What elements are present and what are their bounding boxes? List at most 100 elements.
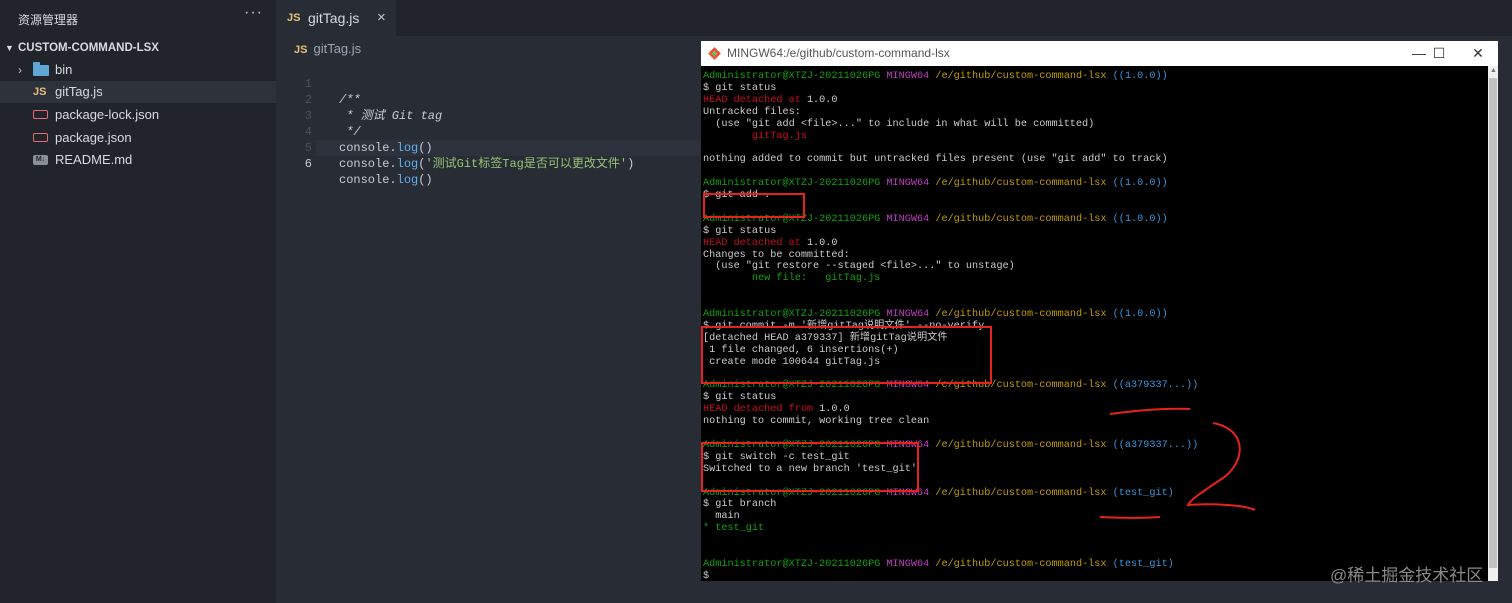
explorer-title: 资源管理器	[18, 13, 79, 27]
code-text: console.log()	[339, 140, 433, 156]
terminal-text: $ git branch	[703, 499, 777, 511]
project-header[interactable]: ▼ CUSTOM-COMMAND-LSX	[0, 38, 276, 58]
tree-item-package-lock-json[interactable]: package-lock.json	[0, 104, 276, 126]
annotation-box	[701, 442, 919, 492]
more-actions-icon[interactable]: ···	[244, 4, 263, 22]
prompt-user: Administrator@XTZJ-20211026PG	[703, 309, 881, 320]
prompt-system: MINGW64	[886, 71, 930, 82]
prompt-path: /e/github/custom-command-lsx	[935, 309, 1107, 320]
prompt-path: /e/github/custom-command-lsx	[935, 213, 1107, 225]
prompt-ref: ((1.0.0))	[1112, 178, 1168, 190]
terminal-text: $	[703, 570, 716, 582]
tree-item-bin[interactable]: › bin	[0, 59, 276, 81]
code-args: ()	[418, 141, 433, 155]
terminal-text: Changes to be committed:	[703, 249, 850, 261]
terminal-titlebar[interactable]: MINGW64:/e/github/custom-command-lsx — ☐…	[701, 41, 1498, 66]
code-object: console	[339, 141, 390, 155]
prompt-user: Administrator@XTZJ-20211026PG	[703, 178, 881, 190]
terminal-text: 1.0.0	[800, 94, 838, 106]
prompt-path: /e/github/custom-command-lsx	[935, 487, 1107, 499]
terminal-status: HEAD detached at	[703, 94, 801, 106]
line-number: 6	[304, 157, 312, 171]
terminal-line: gitTag.js	[703, 131, 807, 143]
prompt-user: Administrator@XTZJ-20211026PG	[703, 558, 881, 570]
prompt-path: /e/github/custom-command-lsx	[935, 558, 1107, 570]
terminal-text: (use "git add <file>..." to include in w…	[703, 118, 1095, 130]
editor-tab-bar: JS gitTag.js ×	[276, 0, 1512, 36]
terminal-status: HEAD detached at	[703, 237, 801, 249]
terminal-text: 1.0.0	[813, 404, 850, 416]
prompt-ref: ((a379337...))	[1112, 380, 1199, 392]
terminal-text: gitTag.js	[703, 130, 807, 142]
code-line[interactable]: 5 console.log('测试Git标签Tag是否可以更改文件')	[276, 124, 634, 171]
terminal-line: Changes to be committed:	[703, 250, 850, 262]
prompt-system: MINGW64	[886, 213, 930, 225]
js-file-icon: JS	[294, 44, 308, 56]
tree-item-package-json[interactable]: package.json	[0, 127, 276, 149]
terminal-line: HEAD detached at 1.0.0	[703, 238, 838, 250]
chevron-down-icon: ▼	[5, 43, 14, 53]
terminal-text: nothing added to commit but untracked fi…	[703, 154, 1168, 166]
terminal-line: HEAD detached at 1.0.0	[703, 95, 838, 107]
tree-item-label: bin	[55, 62, 73, 77]
prompt-ref: ((1.0.0))	[1112, 309, 1168, 320]
code-line[interactable]: 3 */	[276, 92, 361, 139]
code-object: console	[339, 173, 390, 187]
code-function: log	[396, 173, 419, 187]
prompt-path: /e/github/custom-command-lsx	[935, 71, 1107, 82]
code-paren: )	[627, 157, 635, 171]
terminal-line: new file: gitTag.js	[703, 273, 880, 285]
tree-item-label: package.json	[55, 130, 132, 145]
annotation-box	[703, 193, 805, 218]
code-dot: .	[389, 157, 397, 171]
close-button[interactable]: ✕	[1458, 41, 1498, 66]
tab-gittag-js[interactable]: JS gitTag.js ×	[276, 0, 396, 36]
terminal-text: nothing to commit, working tree clean	[703, 416, 930, 428]
terminal-line: Administrator@XTZJ-20211026PG MINGW64 /e…	[703, 559, 1174, 571]
code-text: */	[339, 125, 361, 139]
tree-item-label: README.md	[55, 152, 133, 167]
prompt-user: Administrator@XTZJ-20211026PG	[703, 71, 881, 82]
scrollbar-thumb[interactable]	[1489, 78, 1497, 568]
code-line[interactable]: 2 * 测试 Git tag	[276, 76, 442, 123]
code-line[interactable]: 1 /**	[276, 60, 361, 107]
terminal-line: Administrator@XTZJ-20211026PG MINGW64 /e…	[703, 71, 1168, 83]
prompt-ref: ((a379337...))	[1112, 439, 1199, 451]
js-file-icon: JS	[33, 86, 47, 98]
tree-item-gittag-js[interactable]: JS gitTag.js	[0, 81, 276, 103]
terminal-output[interactable]: Administrator@XTZJ-20211026PG MINGW64 /e…	[703, 71, 1488, 582]
terminal-line: Administrator@XTZJ-20211026PG MINGW64 /e…	[703, 309, 1168, 321]
code-line[interactable]: 4 console.log()	[276, 108, 433, 155]
terminal-text: * test_git	[703, 523, 765, 535]
terminal-line: $ git status	[703, 226, 776, 238]
terminal-line: $ git status	[703, 392, 776, 404]
code-line[interactable]: 6 console.log()	[276, 140, 433, 187]
terminal-window[interactable]: MINGW64:/e/github/custom-command-lsx — ☐…	[701, 41, 1498, 582]
prompt-ref: (test_git)	[1112, 558, 1174, 570]
terminal-line: (use "git add <file>..." to include in w…	[703, 119, 1094, 131]
terminal-scrollbar[interactable]: ▲	[1488, 66, 1498, 581]
prompt-ref: ((1.0.0))	[1112, 71, 1168, 82]
tab-label: gitTag.js	[308, 10, 360, 26]
maximize-button[interactable]: ☐	[1419, 41, 1459, 66]
terminal-line: $	[703, 571, 715, 583]
code-text: /**	[339, 93, 361, 107]
code-dot: .	[389, 141, 397, 155]
close-icon[interactable]: ×	[377, 0, 386, 36]
json-file-icon	[33, 110, 48, 119]
scroll-up-icon[interactable]: ▲	[1490, 67, 1497, 74]
js-file-icon: JS	[287, 12, 301, 24]
project-name: CUSTOM-COMMAND-LSX	[18, 42, 159, 54]
terminal-text: 1.0.0	[800, 237, 838, 249]
code-text: * 测试 Git tag	[339, 109, 443, 123]
prompt-ref: ((1.0.0))	[1112, 213, 1168, 225]
breadcrumb-file: gitTag.js	[313, 41, 362, 56]
breadcrumb[interactable]: JS gitTag.js	[294, 40, 361, 59]
tree-item-readme-md[interactable]: M↓ README.md	[0, 149, 276, 171]
terminal-line: nothing to commit, working tree clean	[703, 416, 929, 428]
terminal-text: $ git status	[703, 392, 777, 404]
terminal-line: nothing added to commit but untracked fi…	[703, 154, 1168, 166]
tree-item-label: gitTag.js	[55, 84, 103, 99]
prompt-system: MINGW64	[886, 558, 930, 570]
terminal-line: (use "git restore --staged <file>..." to…	[703, 261, 1015, 273]
